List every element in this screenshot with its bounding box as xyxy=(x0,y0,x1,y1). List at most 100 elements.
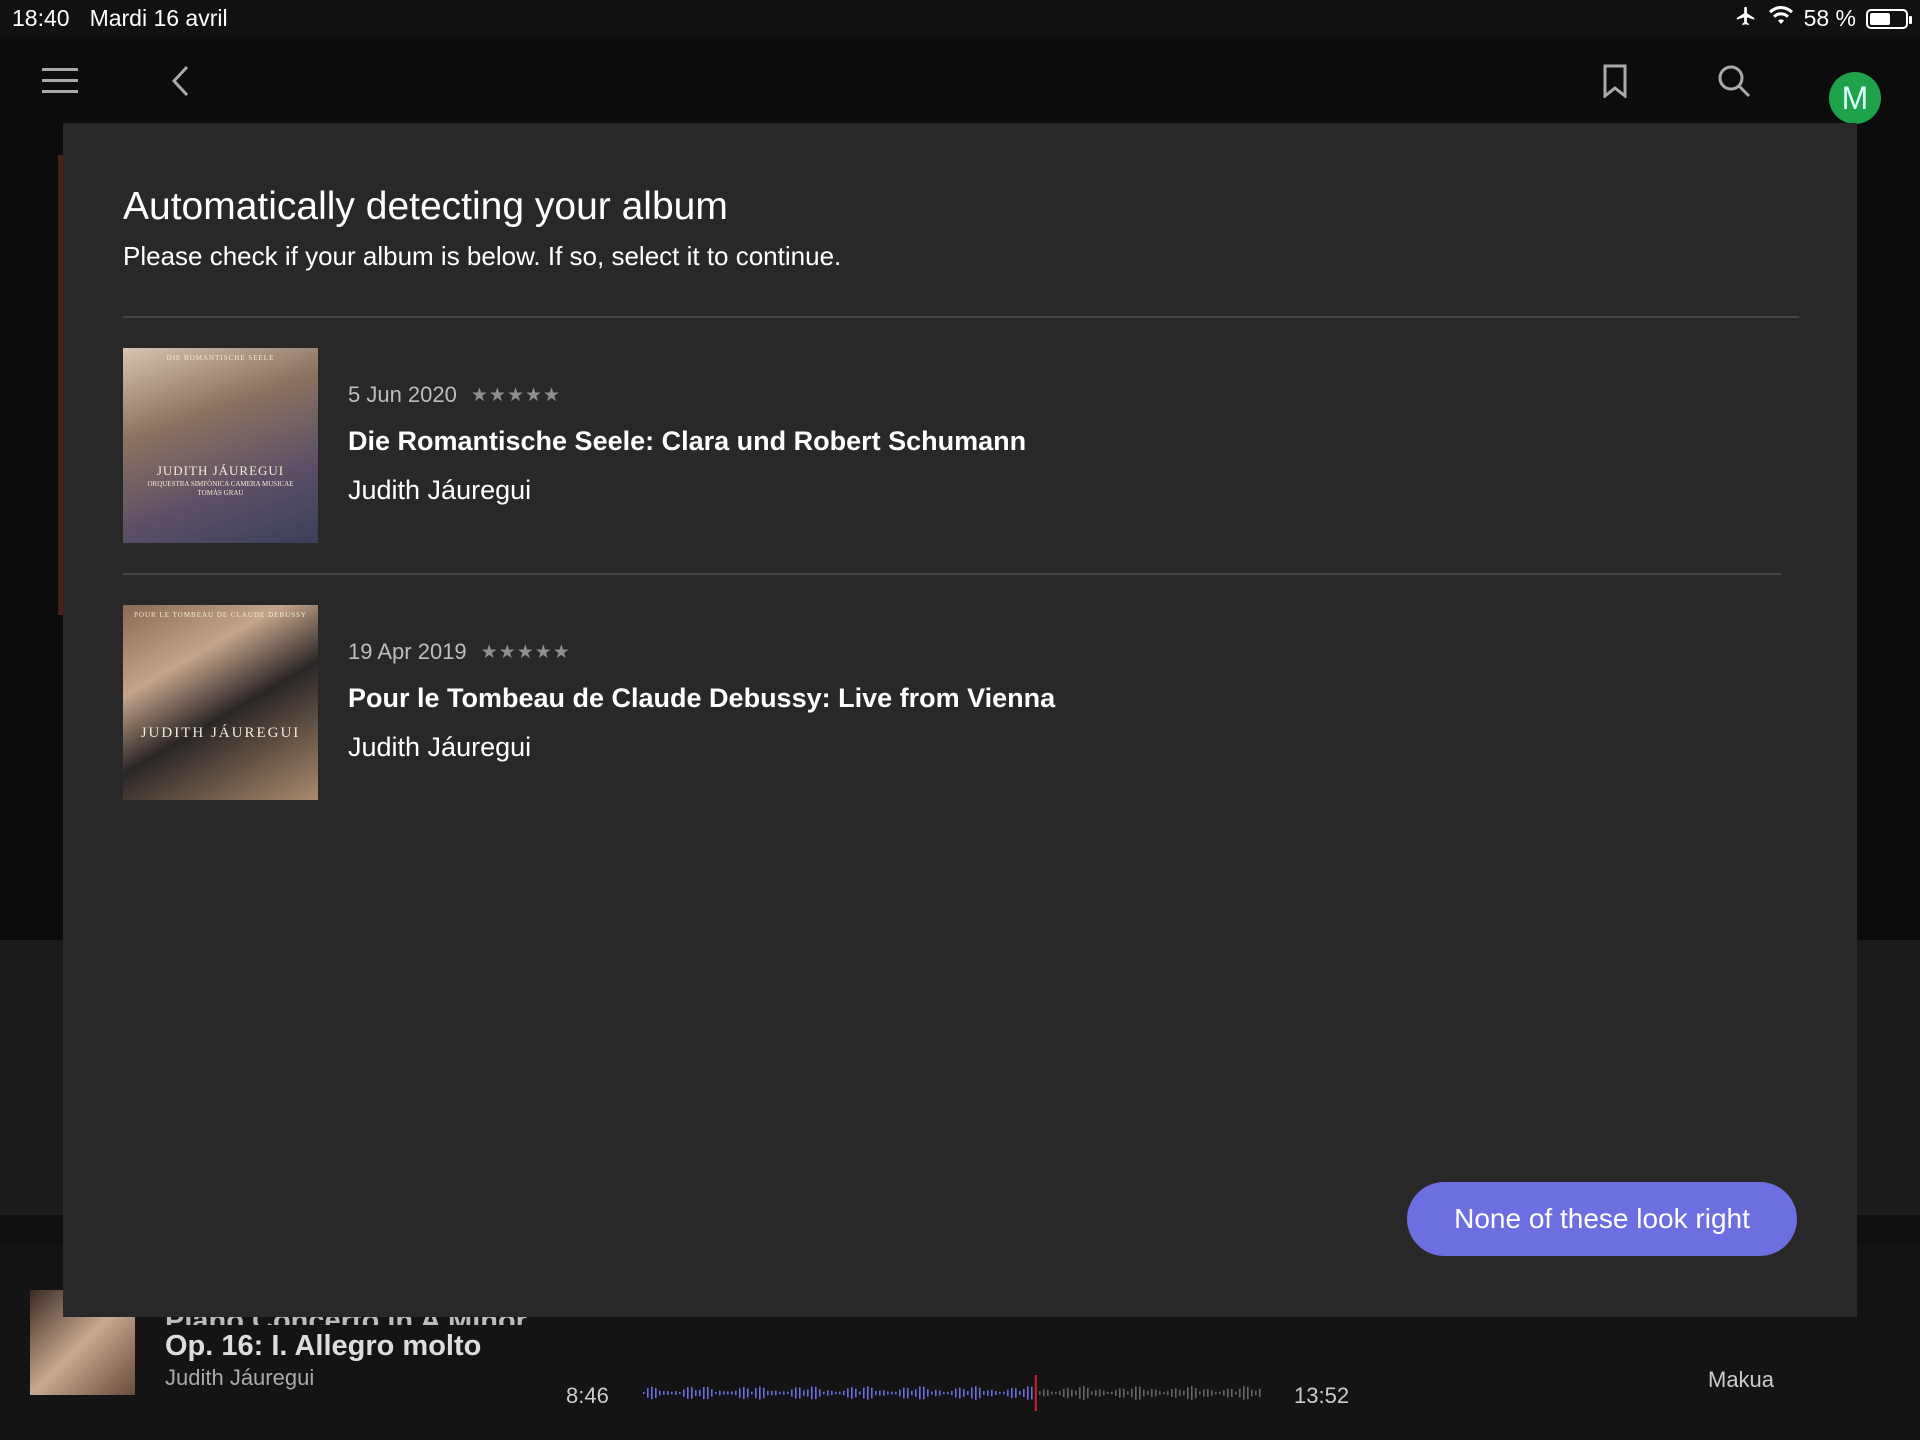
back-icon[interactable] xyxy=(158,59,202,103)
divider xyxy=(123,316,1799,318)
waveform-bar xyxy=(1239,1388,1241,1398)
waveform-bar xyxy=(1219,1391,1221,1395)
waveform-bar xyxy=(887,1391,889,1395)
waveform-bar xyxy=(779,1391,781,1395)
album-cover: DIE ROMANTISCHE SEELE JUDITH JÁUREGUI OR… xyxy=(123,348,318,543)
battery-fill xyxy=(1870,12,1890,25)
waveform-bar xyxy=(727,1391,729,1395)
waveform-bar xyxy=(691,1387,693,1399)
waveform-bar xyxy=(823,1391,825,1395)
search-icon[interactable] xyxy=(1712,59,1756,103)
waveform-bar xyxy=(951,1390,953,1396)
waveform-bar xyxy=(1163,1392,1165,1395)
album-detect-dialog: Automatically detecting your album Pleas… xyxy=(63,123,1857,1317)
waveform-bar xyxy=(675,1391,677,1395)
now-playing-artist[interactable]: Judith Jáuregui xyxy=(165,1365,314,1391)
waveform-bar xyxy=(1183,1390,1185,1396)
cover-text: POUR LE TOMBEAU DE CLAUDE DEBUSSY xyxy=(134,611,307,619)
waveform-bar xyxy=(843,1390,845,1396)
waveform-bar xyxy=(791,1389,793,1397)
waveform-bar xyxy=(1063,1388,1065,1398)
elapsed-time: 8:46 xyxy=(566,1383,609,1408)
waveform-bar xyxy=(1051,1391,1053,1395)
waveform-bar xyxy=(1159,1391,1161,1395)
waveform-bar xyxy=(1179,1389,1181,1397)
status-time: 18:40 xyxy=(12,5,70,31)
waveform-bar xyxy=(987,1390,989,1396)
waveform-bar xyxy=(875,1391,877,1395)
waveform-bar xyxy=(859,1391,861,1395)
battery-icon xyxy=(1866,8,1912,29)
waveform-bar xyxy=(703,1387,705,1400)
waveform-bar xyxy=(1039,1391,1041,1395)
waveform-bar xyxy=(919,1386,921,1400)
waveform-bar xyxy=(671,1391,673,1395)
zone-name[interactable]: Makua xyxy=(1708,1367,1774,1393)
waveform-bar xyxy=(943,1391,945,1395)
album-date: 5 Jun 2020 xyxy=(348,382,457,407)
waveform-bar xyxy=(1127,1391,1129,1395)
waveform-bar xyxy=(883,1390,885,1396)
avatar[interactable]: M xyxy=(1829,72,1881,124)
waveform-bar xyxy=(787,1391,789,1395)
waveform-bar xyxy=(1211,1390,1213,1396)
battery-percent: 58 % xyxy=(1803,5,1856,31)
waveform-bar xyxy=(867,1386,869,1400)
waveform-bar xyxy=(1079,1387,1081,1399)
menu-icon[interactable] xyxy=(38,59,82,103)
album-option[interactable]: POUR LE TOMBEAU DE CLAUDE DEBUSSY JUDITH… xyxy=(123,605,1843,800)
waveform-bar xyxy=(999,1391,1001,1395)
album-meta: 19 Apr 2019 ★★★★★ xyxy=(348,639,571,665)
cover-text: ORQUESTRA SIMFÒNICA CAMERA MUSICAE xyxy=(147,480,294,488)
waveform-bar xyxy=(911,1390,913,1396)
waveform-bar xyxy=(1087,1387,1089,1399)
waveform-bar xyxy=(1139,1386,1141,1400)
waveform-bar xyxy=(1187,1387,1189,1399)
waveform-bar xyxy=(1223,1390,1225,1396)
status-right: 58 % xyxy=(1734,5,1912,33)
album-option[interactable]: DIE ROMANTISCHE SEELE JUDITH JÁUREGUI OR… xyxy=(123,348,1843,543)
dialog-title: Automatically detecting your album xyxy=(123,185,728,228)
waveform-bar xyxy=(1091,1391,1093,1395)
none-look-right-button[interactable]: None of these look right xyxy=(1407,1182,1797,1256)
waveform-bar xyxy=(1123,1388,1125,1398)
playhead[interactable] xyxy=(1034,1375,1037,1411)
dialog-subtitle: Please check if your album is below. If … xyxy=(123,241,842,271)
waveform-bar xyxy=(915,1389,917,1397)
cover-text: JUDITH JÁUREGUI xyxy=(156,463,285,478)
waveform-bar xyxy=(1011,1388,1013,1399)
waveform-bar xyxy=(947,1391,949,1395)
cover-text: DIE ROMANTISCHE SEELE xyxy=(166,354,275,362)
waveform-bar xyxy=(819,1389,821,1397)
now-playing-title[interactable]: Op. 16: I. Allegro molto xyxy=(165,1330,481,1363)
waveform-bar xyxy=(967,1391,969,1395)
waveform-bar xyxy=(855,1388,857,1398)
waveform-bar xyxy=(1227,1388,1229,1398)
waveform-bar xyxy=(1075,1390,1077,1396)
bookmark-icon[interactable] xyxy=(1593,59,1637,103)
waveform-bar xyxy=(751,1391,753,1395)
waveform-bar xyxy=(1231,1388,1233,1397)
waveform-bar xyxy=(963,1389,965,1397)
waveform-bar xyxy=(1203,1389,1205,1397)
waveform-bar xyxy=(723,1391,725,1395)
waveform-seekbar[interactable] xyxy=(643,1375,1263,1411)
waveform-bar xyxy=(1155,1389,1157,1397)
waveform-bar xyxy=(663,1391,665,1395)
waveform-bar xyxy=(731,1391,733,1395)
waveform-bar xyxy=(687,1387,689,1399)
album-artist: Judith Jáuregui xyxy=(348,475,532,505)
waveform-bar xyxy=(847,1388,849,1398)
waveform-bar xyxy=(1147,1390,1149,1395)
waveform-bar xyxy=(679,1392,681,1395)
waveform-bar xyxy=(735,1390,737,1396)
waveform-bar xyxy=(1171,1389,1173,1397)
cover-text: JUDITH JÁUREGUI xyxy=(140,725,301,741)
waveform-bar xyxy=(1103,1390,1105,1396)
waveform-bar xyxy=(1115,1390,1117,1396)
waveform-bar xyxy=(891,1391,893,1395)
waveform-bar xyxy=(995,1391,997,1395)
waveform-bar xyxy=(1247,1386,1249,1400)
waveform-bar xyxy=(1175,1388,1177,1398)
waveform-bar xyxy=(1059,1390,1061,1396)
